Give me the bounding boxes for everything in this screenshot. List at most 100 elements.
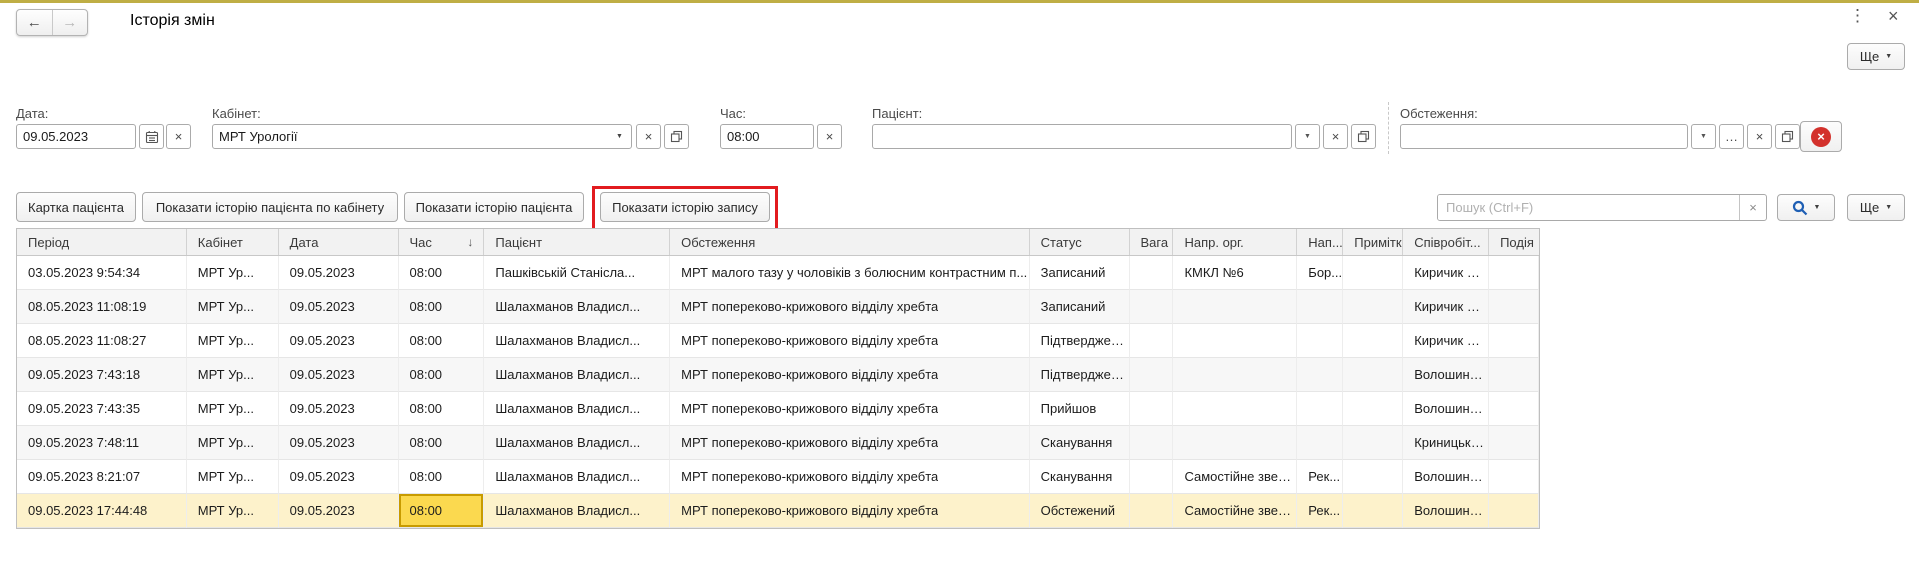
table-cell[interactable] (1173, 426, 1297, 460)
forward-button[interactable]: → (53, 10, 88, 35)
table-cell[interactable]: 09.05.2023 (279, 460, 399, 494)
table-cell[interactable]: 09.05.2023 (279, 256, 399, 290)
table-cell[interactable]: Пашківській Станісла... (484, 256, 670, 290)
table-cell[interactable]: Обстежений (1030, 494, 1130, 528)
table-cell[interactable]: Самостійне зверне... (1173, 494, 1297, 528)
table-row[interactable]: 08.05.2023 11:08:27МРТ Ур...09.05.202308… (17, 324, 1539, 358)
search-button[interactable]: ▼ (1777, 194, 1835, 221)
table-cell[interactable]: 03.05.2023 9:54:34 (17, 256, 187, 290)
table-cell[interactable]: МРТ попереково-крижового відділу хребта (670, 358, 1029, 392)
table-cell[interactable]: Рек... (1297, 494, 1343, 528)
date-filter-input[interactable] (16, 124, 136, 149)
table-cell[interactable]: 09.05.2023 (279, 358, 399, 392)
table-cell[interactable]: Записаний (1030, 290, 1130, 324)
column-header-12[interactable]: Подія (1489, 229, 1539, 255)
table-cell[interactable] (1343, 358, 1403, 392)
action-button-3[interactable]: Показати історію запису (600, 192, 770, 222)
column-header-7[interactable]: Вага (1130, 229, 1174, 255)
table-cell[interactable]: Прийшов (1030, 392, 1130, 426)
table-cell[interactable]: МРТ Ур... (187, 460, 279, 494)
table-cell[interactable]: МРТ попереково-крижового відділу хребта (670, 460, 1029, 494)
table-row[interactable]: 09.05.2023 8:21:07МРТ Ур...09.05.202308:… (17, 460, 1539, 494)
table-cell[interactable]: 08:00 (399, 256, 485, 290)
table-cell[interactable]: Киричик Ю... (1403, 324, 1489, 358)
table-cell[interactable] (1343, 460, 1403, 494)
table-cell[interactable] (1130, 426, 1174, 460)
table-cell[interactable]: Сканування (1030, 426, 1130, 460)
table-cell[interactable] (1130, 494, 1174, 528)
patient-open-button[interactable] (1351, 124, 1376, 149)
table-cell[interactable]: МРТ попереково-крижового відділу хребта (670, 324, 1029, 358)
table-cell[interactable]: Шалахманов Владисл... (484, 358, 670, 392)
table-cell[interactable]: 09.05.2023 7:43:35 (17, 392, 187, 426)
column-header-4[interactable]: Пацієнт (484, 229, 670, 255)
table-cell[interactable] (1489, 426, 1539, 460)
table-cell[interactable] (1489, 290, 1539, 324)
more-button-top[interactable]: Ще ▼ (1847, 43, 1905, 70)
cabinet-filter-input[interactable] (212, 124, 632, 149)
table-cell[interactable]: 09.05.2023 (279, 392, 399, 426)
table-cell[interactable]: МРТ Ур... (187, 256, 279, 290)
table-row[interactable]: 09.05.2023 7:43:18МРТ Ур...09.05.202308:… (17, 358, 1539, 392)
table-cell[interactable] (1297, 358, 1343, 392)
patient-filter-input[interactable] (872, 124, 1292, 149)
table-cell[interactable]: МРТ попереково-крижового відділу хребта (670, 426, 1029, 460)
table-cell[interactable]: Шалахманов Владисл... (484, 426, 670, 460)
kebab-menu-icon[interactable]: ⋮ (1849, 6, 1866, 26)
exam-open-button[interactable] (1775, 124, 1800, 149)
column-header-5[interactable]: Обстеження (670, 229, 1029, 255)
table-cell[interactable] (1173, 324, 1297, 358)
table-cell[interactable]: МРТ Ур... (187, 494, 279, 528)
table-cell[interactable]: МРТ попереково-крижового відділу хребта (670, 494, 1029, 528)
search-clear-button[interactable]: × (1739, 195, 1766, 220)
table-cell[interactable] (1297, 290, 1343, 324)
calendar-button[interactable] (139, 124, 164, 149)
table-cell[interactable] (1343, 494, 1403, 528)
table-cell[interactable]: 09.05.2023 (279, 324, 399, 358)
table-cell[interactable] (1489, 392, 1539, 426)
table-cell[interactable] (1343, 392, 1403, 426)
table-cell[interactable]: Підтверджений (1030, 324, 1130, 358)
table-cell[interactable] (1343, 290, 1403, 324)
table-cell[interactable]: 08:00 (399, 324, 485, 358)
cabinet-open-button[interactable] (664, 124, 689, 149)
column-header-2[interactable]: Дата (279, 229, 399, 255)
table-cell[interactable]: 09.05.2023 (279, 426, 399, 460)
table-cell[interactable]: Волошина ... (1403, 358, 1489, 392)
table-cell[interactable] (1297, 392, 1343, 426)
exam-filter-input[interactable] (1400, 124, 1688, 149)
table-cell[interactable]: МРТ Ур... (187, 358, 279, 392)
table-cell[interactable]: Шалахманов Владисл... (484, 460, 670, 494)
table-row[interactable]: 09.05.2023 7:43:35МРТ Ур...09.05.202308:… (17, 392, 1539, 426)
table-cell[interactable]: Волошина ... (1403, 460, 1489, 494)
table-cell[interactable] (1343, 324, 1403, 358)
table-cell[interactable]: Шалахманов Владисл... (484, 392, 670, 426)
table-cell[interactable]: Киричик Ю... (1403, 256, 1489, 290)
reset-filters-button[interactable]: × (1800, 121, 1842, 152)
table-cell[interactable] (1489, 460, 1539, 494)
table-cell[interactable]: МРТ Ур... (187, 290, 279, 324)
table-cell[interactable] (1130, 392, 1174, 426)
table-cell[interactable]: 08:00 (399, 358, 485, 392)
table-cell[interactable]: Самостійне зверне... (1173, 460, 1297, 494)
table-cell[interactable]: Записаний (1030, 256, 1130, 290)
search-input[interactable] (1438, 195, 1739, 220)
table-cell[interactable]: 08:00 (399, 460, 485, 494)
patient-dropdown-button[interactable]: ▼ (1295, 124, 1320, 149)
table-cell[interactable]: 08:00 (399, 426, 485, 460)
table-cell[interactable]: 09.05.2023 7:48:11 (17, 426, 187, 460)
patient-clear-button[interactable]: × (1323, 124, 1348, 149)
close-icon[interactable]: × (1888, 6, 1899, 27)
table-row[interactable]: 09.05.2023 17:44:48МРТ Ур...09.05.202308… (17, 494, 1539, 528)
table-cell[interactable]: 09.05.2023 8:21:07 (17, 460, 187, 494)
table-cell[interactable]: Криницька... (1403, 426, 1489, 460)
table-cell[interactable]: 08:00 (399, 494, 485, 528)
table-cell[interactable] (1130, 358, 1174, 392)
table-cell[interactable]: МРТ малого тазу у чоловіків з болюсним к… (670, 256, 1029, 290)
table-cell[interactable] (1297, 324, 1343, 358)
column-header-11[interactable]: Співробіт... (1403, 229, 1489, 255)
table-row[interactable]: 03.05.2023 9:54:34МРТ Ур...09.05.202308:… (17, 256, 1539, 290)
more-button-list[interactable]: Ще ▼ (1847, 194, 1905, 221)
column-header-3[interactable]: Час↓ (399, 229, 485, 255)
table-cell[interactable] (1489, 358, 1539, 392)
